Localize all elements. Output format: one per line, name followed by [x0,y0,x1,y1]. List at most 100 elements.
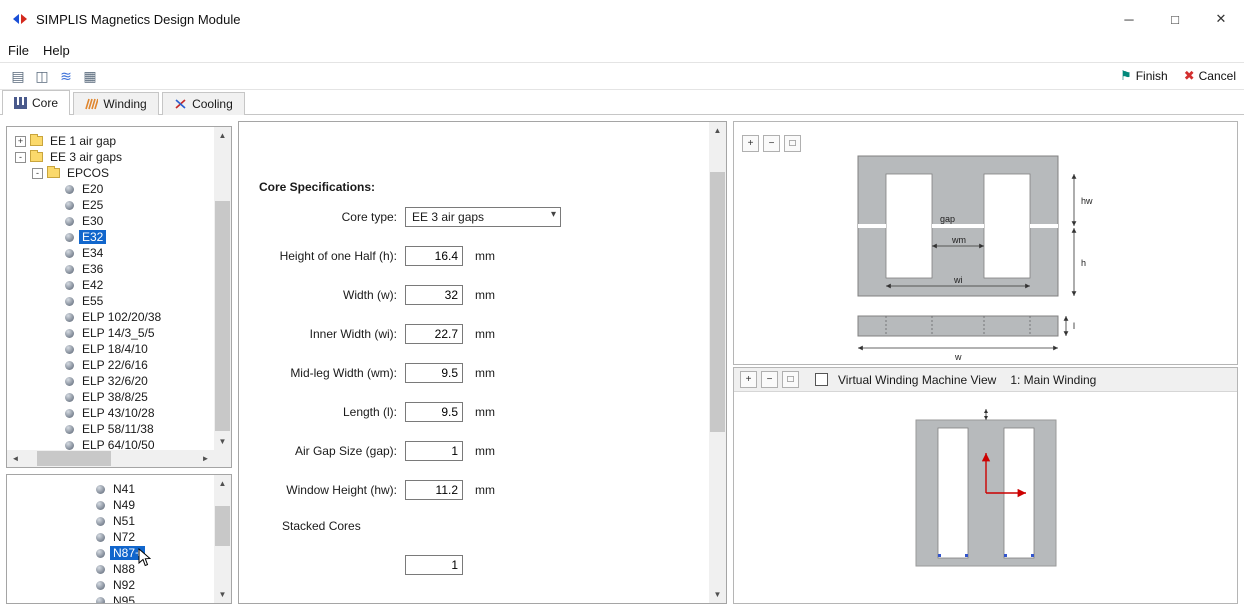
tree-item[interactable]: N95 [11,593,214,603]
scroll-up-icon[interactable]: ▲ [709,122,726,139]
tree-item[interactable]: ELP 58/11/38 [11,421,214,437]
tree-item[interactable]: N87+ [11,545,214,561]
vertical-scrollbar[interactable]: ▲ ▼ [214,127,231,450]
close-button[interactable]: ✕ [1198,0,1244,38]
tree-item[interactable]: ELP 38/8/25 [11,389,214,405]
tree-item[interactable]: N51 [11,513,214,529]
field-input[interactable] [405,402,463,422]
tab-cooling[interactable]: Cooling [162,92,245,115]
tree-item[interactable]: E55 [11,293,214,309]
zoom-in-button[interactable]: + [742,135,759,152]
field-input[interactable] [405,441,463,461]
tab-core[interactable]: Core [2,90,70,115]
horizontal-scrollbar[interactable]: ◄ ► [7,450,214,467]
tree-item[interactable]: N49 [11,497,214,513]
tree-node-icon [96,533,105,542]
field-label: Width (w): [243,288,397,302]
zoom-out-button[interactable]: − [763,135,780,152]
copy-icon[interactable]: ◫ [32,66,52,86]
field-input[interactable] [405,285,463,305]
svg-text:hw: hw [1081,196,1093,206]
cancel-button[interactable]: ✖ Cancel [1184,68,1236,84]
tree-node-icon [65,393,74,402]
field-label: Height of one Half (h): [243,249,397,263]
stacked-cores-label: Stacked Cores [282,519,709,533]
finish-button[interactable]: ⚑ Finish [1120,68,1168,84]
minimize-button[interactable]: ─ [1106,0,1152,38]
scroll-down-icon[interactable]: ▼ [214,586,231,603]
tree-item[interactable]: E34 [11,245,214,261]
tree-item[interactable]: E25 [11,197,214,213]
winding-select[interactable]: 1: Main Winding [1010,373,1096,387]
tree-item[interactable]: - EE 3 air gaps [11,149,214,165]
tree-item[interactable]: E42 [11,277,214,293]
zoom-out-button[interactable]: − [761,371,778,388]
toolbar: ▤ ◫ ≋ ▦ ⚑ Finish ✖ Cancel [0,62,1244,90]
core-type-select[interactable]: EE 3 air gaps ▾ [405,207,561,227]
print-icon[interactable]: ▤ [8,66,28,86]
tree-item[interactable]: ELP 43/10/28 [11,405,214,421]
tree-expander-icon[interactable]: - [15,152,26,163]
tree-item[interactable]: N72 [11,529,214,545]
tree-item[interactable]: ELP 22/6/16 [11,357,214,373]
field-unit: mm [475,483,495,497]
tree-item-label: N95 [110,594,138,603]
field-label: Air Gap Size (gap): [243,444,397,458]
table-icon[interactable]: ▦ [80,66,100,86]
scrollbar-thumb[interactable] [710,172,725,432]
tree-item[interactable]: ELP 102/20/38 [11,309,214,325]
tree-expander-icon[interactable]: + [15,136,26,147]
vertical-scrollbar[interactable]: ▲ ▼ [214,475,231,603]
layers-icon[interactable]: ≋ [56,66,76,86]
scroll-left-icon[interactable]: ◄ [7,450,24,467]
scroll-up-icon[interactable]: ▲ [214,475,231,492]
tree-item[interactable]: ELP 32/6/20 [11,373,214,389]
menu-file[interactable]: File [8,41,37,60]
tab-winding[interactable]: Winding [73,92,158,115]
scroll-down-icon[interactable]: ▼ [709,586,726,603]
vertical-scrollbar[interactable]: ▲ ▼ [709,122,726,603]
winding-machine-diagram [876,408,1096,578]
zoom-in-button[interactable]: + [740,371,757,388]
field-input[interactable] [405,246,463,266]
scroll-right-icon[interactable]: ► [197,450,214,467]
field-unit: mm [475,327,495,341]
tree-item[interactable]: N88 [11,561,214,577]
field-input[interactable] [405,363,463,383]
field-unit: mm [475,288,495,302]
tree-item[interactable]: N41 [11,481,214,497]
zoom-fit-button[interactable]: □ [784,135,801,152]
field-input[interactable] [405,480,463,500]
form-row: Height of one Half (h): mm [243,246,709,266]
scrollbar-corner [214,450,231,467]
tree-expander-icon[interactable]: - [32,168,43,179]
tree-item[interactable]: ELP 18/4/10 [11,341,214,357]
tree-node-icon [96,501,105,510]
stacked-cores-input[interactable] [405,555,463,575]
scroll-up-icon[interactable]: ▲ [214,127,231,144]
scrollbar-thumb[interactable] [37,451,111,466]
tree-item[interactable]: E30 [11,213,214,229]
field-unit: mm [475,444,495,458]
scrollbar-thumb[interactable] [215,201,230,431]
tree-item[interactable]: - EPCOS [11,165,214,181]
tree-item-label: N88 [110,562,138,576]
tree-node-icon [65,345,74,354]
tree-item[interactable]: ELP 64/10/50 [11,437,214,450]
field-input[interactable] [405,324,463,344]
tree-item[interactable]: E32 [11,229,214,245]
svg-text:w: w [954,352,962,362]
cancel-label: Cancel [1199,69,1236,83]
scrollbar-thumb[interactable] [215,506,230,546]
scroll-down-icon[interactable]: ▼ [214,433,231,450]
menu-help[interactable]: Help [43,41,78,60]
tree-item[interactable]: E20 [11,181,214,197]
tree-item[interactable]: N92 [11,577,214,593]
tree-item[interactable]: + EE 1 air gap [11,133,214,149]
core-specifications-form: Core Specifications: Core type: EE 3 air… [239,122,709,603]
maximize-button[interactable]: □ [1152,0,1198,38]
tree-item[interactable]: E36 [11,261,214,277]
tree-item[interactable]: ELP 14/3_5/5 [11,325,214,341]
zoom-fit-button[interactable]: □ [782,371,799,388]
winding-view-checkbox[interactable] [815,373,828,386]
